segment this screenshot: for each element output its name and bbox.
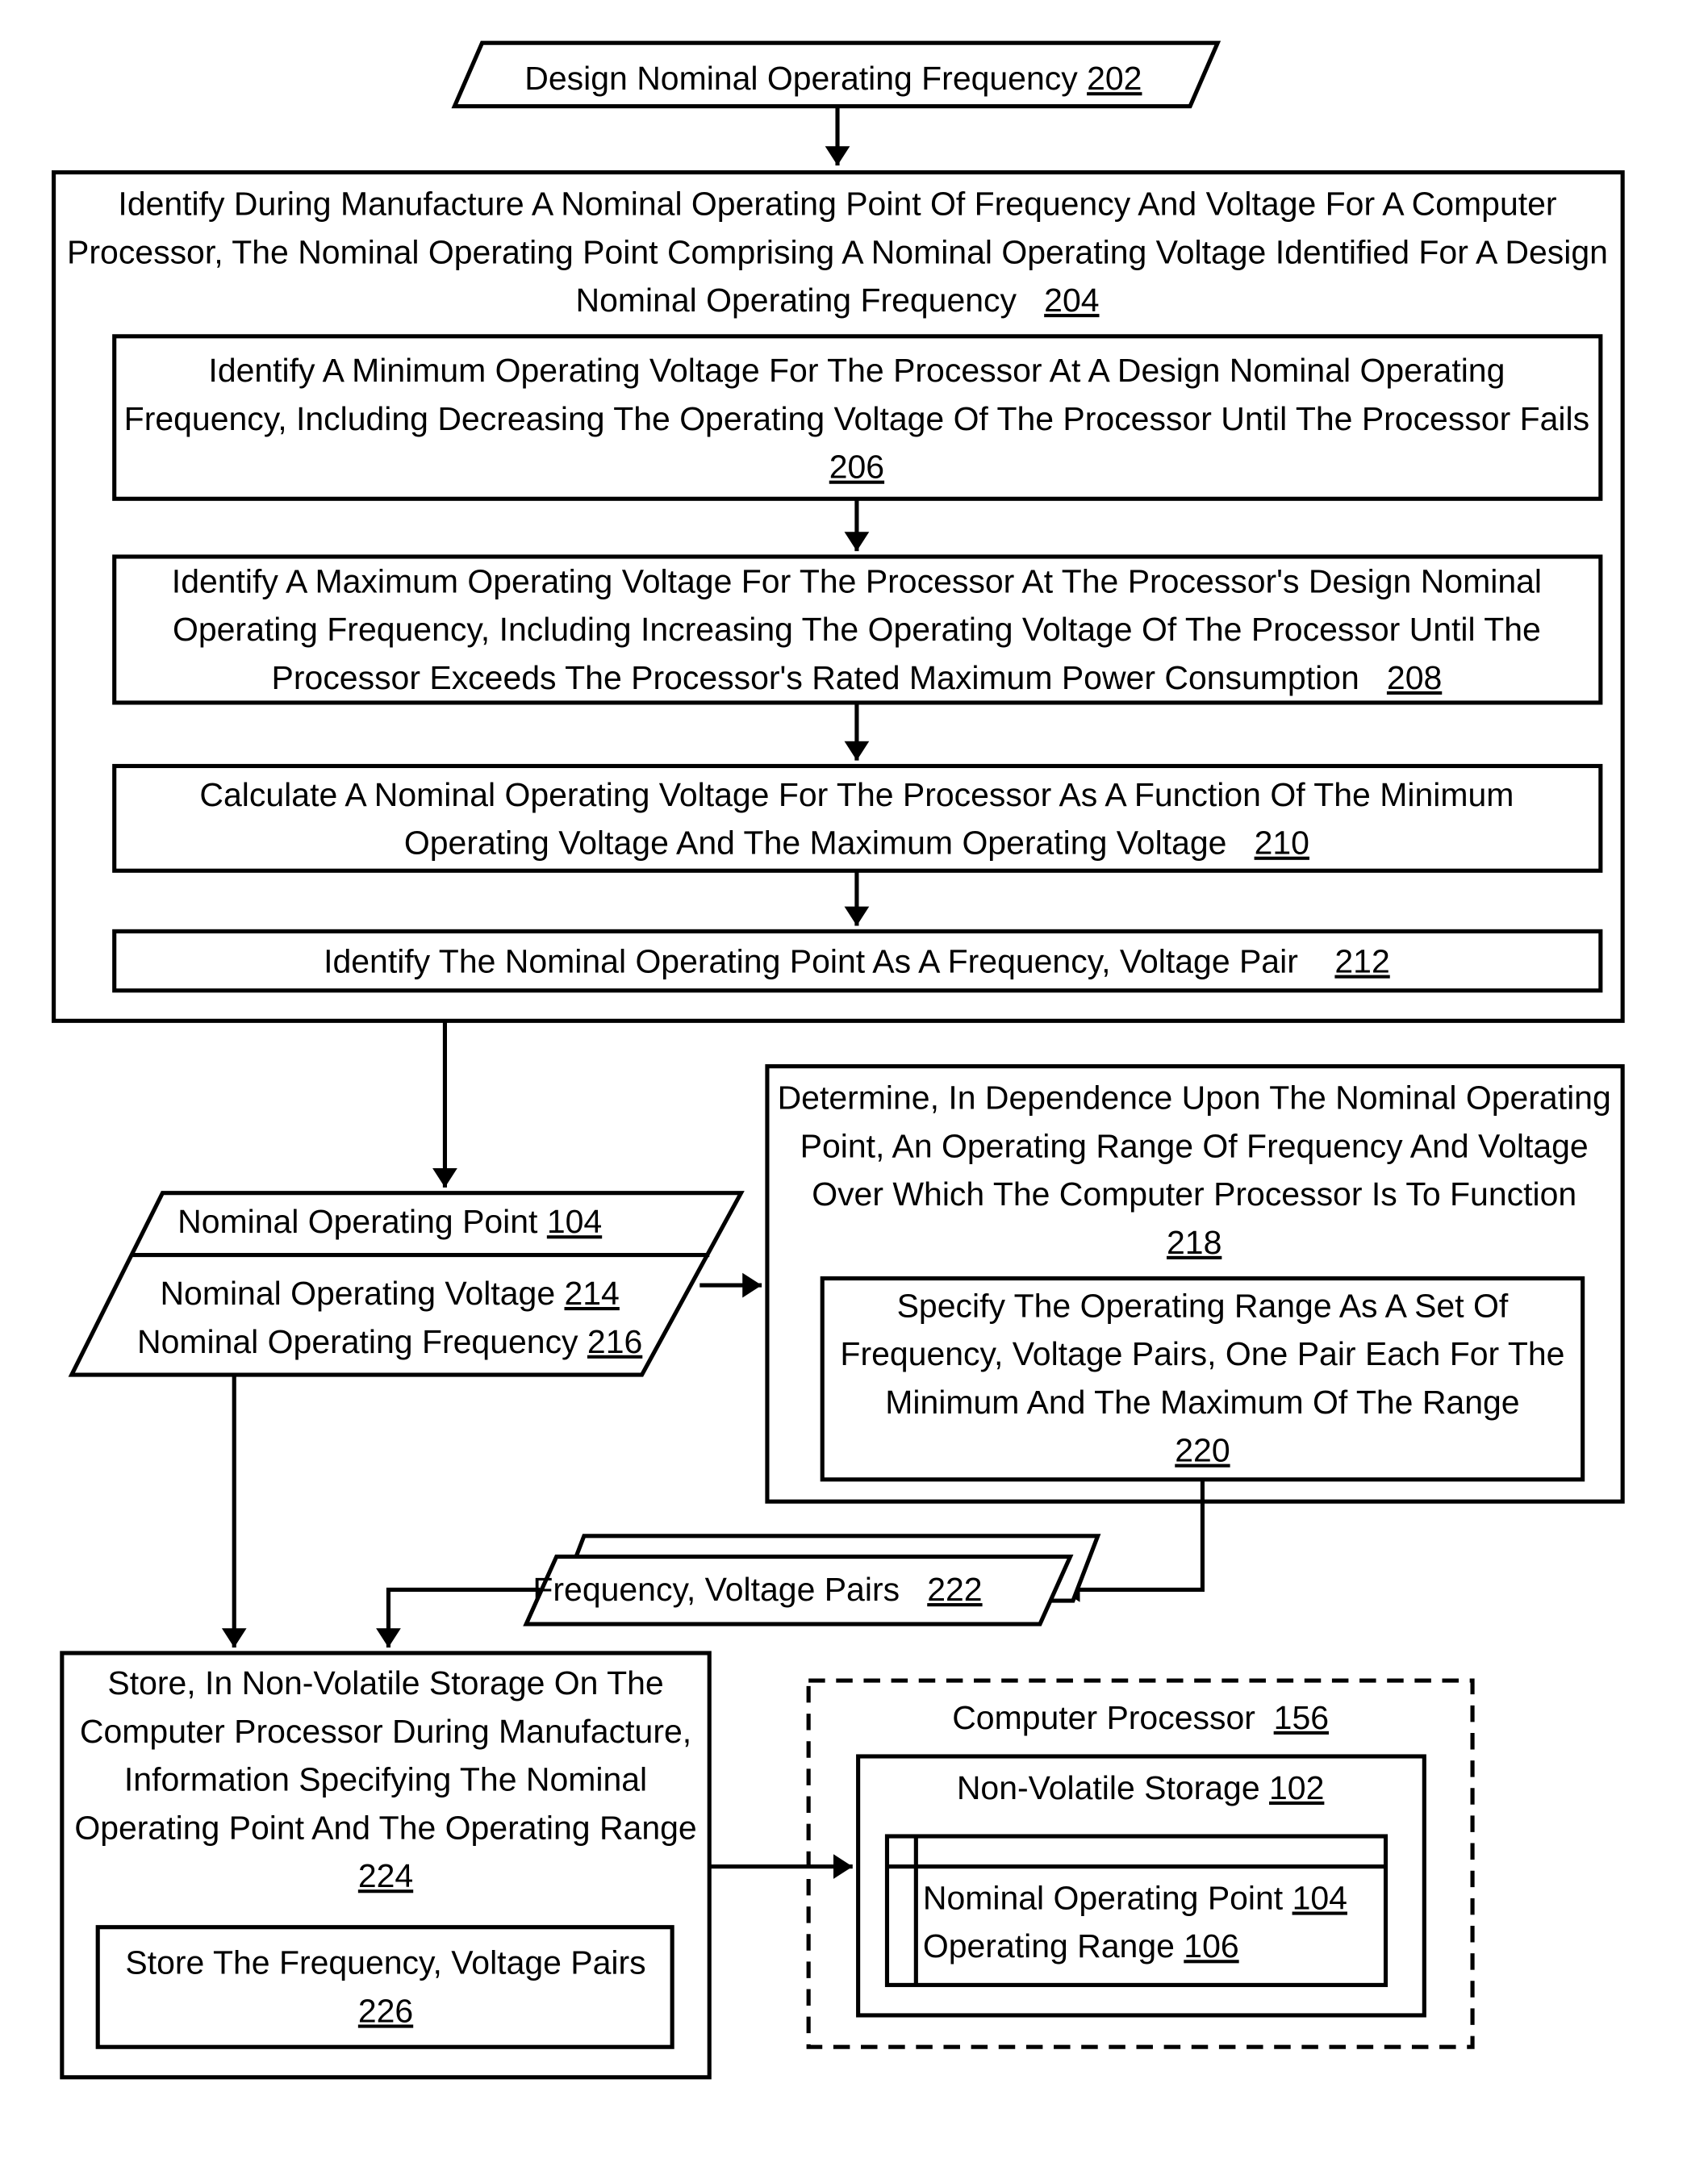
storage-record: Nominal Operating Point 104 Operating Ra… [884,1834,1389,1987]
ref-226: 226 [358,1992,413,2029]
step-206-identify-minimum-voltage: Identify A Minimum Operating Voltage For… [112,334,1603,501]
step-224-line-1: Store, In Non-Volatile Storage On The [107,1664,663,1701]
step-218-line-2: Point, An Operating Range Of Frequency A… [800,1127,1589,1164]
data-104-title: Nominal Operating Point [177,1203,547,1240]
ref-222: 222 [927,1571,982,1608]
record-line-2: Operating Range [923,1927,1184,1964]
step-218-line-1: Determine, In Dependence Upon The Nomina… [778,1079,1611,1117]
ref-220: 220 [1175,1432,1230,1469]
step-224-line-3: Information Specifying The Nominal [124,1761,647,1798]
step-220-line-1: Specify The Operating Range As A Set Of [897,1287,1509,1324]
ref-216: 216 [587,1323,642,1360]
step-206-line-1: Identify A Minimum Operating Voltage For… [208,352,1505,389]
ref-208: 208 [1387,659,1442,696]
svg-text:Operating Voltage And The Maxi: Operating Voltage And The Maximum Operat… [404,825,1309,862]
record-line-1: Nominal Operating Point [923,1880,1292,1917]
ref-204: 204 [1044,282,1099,319]
ref-210: 210 [1255,825,1309,862]
storage-label: Non-Volatile Storage [957,1769,1269,1806]
svg-text:Frequency, Voltage Pairs 222: Frequency, Voltage Pairs 222 [532,1571,982,1608]
svg-text:Processor Exceeds The Processo: Processor Exceeds The Processor's Rated … [272,659,1443,696]
ref-104-a: 104 [547,1203,602,1240]
step-218-line-3: Over Which The Computer Processor Is To … [812,1175,1576,1213]
svg-text:Computer Processor 156: Computer Processor 156 [952,1699,1329,1736]
ref-106: 106 [1184,1927,1238,1964]
svg-text:Design Nominal Operating Frequ: Design Nominal Operating Frequency 202 [524,60,1142,97]
svg-text:Nominal Operating Frequency: Nominal Operating Frequency 204 [575,282,1099,319]
svg-text:Nominal Operating Frequency 21: Nominal Operating Frequency 216 [137,1323,642,1360]
svg-text:Non-Volatile Storage 102: Non-Volatile Storage 102 [957,1769,1325,1806]
flowchart: Design Nominal Operating Frequency 202 I… [52,40,1625,2080]
step-208-line-2: Operating Frequency, Including Increasin… [173,611,1541,648]
ref-206: 206 [829,449,884,486]
step-208-identify-maximum-voltage: Identify A Maximum Operating Voltage For… [112,554,1603,705]
arrow-222-to-224 [376,1587,541,1648]
step-208-line-1: Identify A Maximum Operating Voltage For… [172,562,1542,599]
step-210-calculate-nominal-voltage: Calculate A Nominal Operating Voltage Fo… [112,763,1603,873]
ref-212: 212 [1334,943,1389,980]
step-220-line-3: Minimum And The Maximum Of The Range [885,1384,1519,1421]
step-226-line-1: Store The Frequency, Voltage Pairs [125,1944,645,1981]
data-222-label: Frequency, Voltage Pairs [532,1571,927,1608]
ref-156: 156 [1274,1699,1329,1736]
step-204-line-2: Processor, The Nominal Operating Point C… [67,233,1608,270]
input-design-nominal-frequency-202: Design Nominal Operating Frequency 202 [451,40,1221,109]
step-220-specify-operating-range: Specify The Operating Range As A Set Of … [820,1276,1585,1482]
step-220-line-2: Frequency, Voltage Pairs, One Pair Each … [840,1335,1564,1372]
step-224-line-4: Operating Point And The Operating Range [74,1809,696,1846]
svg-text:Nominal Operating Point 104: Nominal Operating Point 104 [177,1203,602,1240]
svg-text:Identify The Nominal Operating: Identify The Nominal Operating Point As … [324,943,1390,980]
data-frequency-voltage-pairs-222: Frequency, Voltage Pairs 222 [523,1534,1101,1626]
ref-214: 214 [564,1275,619,1312]
step-212-line-1: Identify The Nominal Operating Point As … [324,943,1334,980]
data-214-label: Nominal Operating Voltage [160,1275,564,1312]
step-206-line-2: Frequency, Including Decreasing The Oper… [124,400,1589,437]
svg-text:Nominal Operating Voltage 214: Nominal Operating Voltage 214 [160,1275,619,1312]
step-212-identify-frequency-voltage-pair: Identify The Nominal Operating Point As … [112,929,1603,993]
step-208-line-3: Processor Exceeds The Processor's Rated … [272,659,1387,696]
step-226-store-frequency-voltage-pairs: Store The Frequency, Voltage Pairs 226 [95,1925,674,2049]
step-204-line-1: Identify During Manufacture A Nominal Op… [118,186,1556,223]
svg-text:Nominal Operating Point 104: Nominal Operating Point 104 [923,1880,1347,1917]
ref-202: 202 [1087,60,1142,97]
step-210-line-1: Calculate A Nominal Operating Voltage Fo… [199,776,1514,813]
ref-224: 224 [358,1857,413,1894]
ref-102: 102 [1269,1769,1324,1806]
input-202-label: Design Nominal Operating Frequency [524,60,1087,97]
ref-218: 218 [1167,1224,1221,1261]
step-210-line-2: Operating Voltage And The Maximum Operat… [404,825,1255,862]
step-224-line-2: Computer Processor During Manufacture, [80,1713,691,1750]
processor-label: Computer Processor [952,1699,1273,1736]
data-216-label: Nominal Operating Frequency [137,1323,587,1360]
data-nominal-operating-point-104: Nominal Operating Point 104 Nominal Oper… [68,1191,745,1377]
svg-text:Operating Range 106: Operating Range 106 [923,1927,1239,1964]
step-204-line-3: Nominal Operating Frequency [575,282,1044,319]
ref-104-b: 104 [1292,1880,1347,1917]
